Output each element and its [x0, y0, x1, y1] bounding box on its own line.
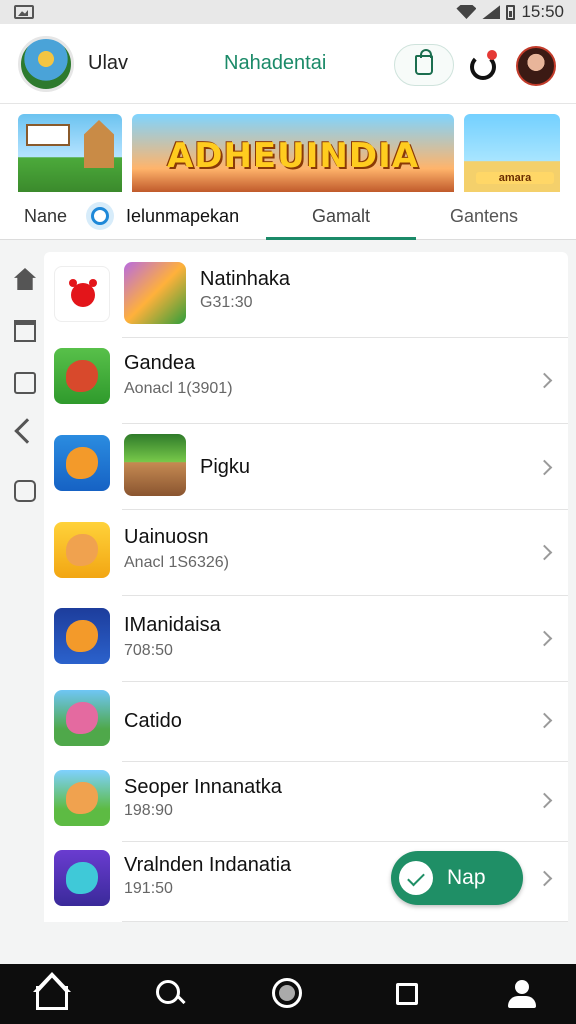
status-bar: 15:50 — [0, 0, 576, 24]
game-thumbnail — [124, 434, 186, 496]
list-item-title: Uainuosn — [124, 526, 209, 548]
gallery-icon — [14, 5, 34, 19]
list-item[interactable]: Pigku — [44, 424, 568, 510]
play-button[interactable]: Nap — [391, 851, 523, 905]
list-item-subtitle: G31:30 — [200, 294, 253, 311]
app-icon — [54, 690, 110, 746]
app-icon — [54, 770, 110, 826]
chevron-right-icon — [536, 544, 553, 561]
app-icon — [54, 850, 110, 906]
list-item-title: IManidaisa — [124, 614, 221, 636]
list-item-title: Natinhaka — [200, 268, 291, 290]
tab-game[interactable]: Gamalt — [312, 206, 370, 227]
divider — [122, 921, 568, 922]
list-item[interactable]: Gandea Aonacl 1(3901) — [44, 338, 568, 424]
list-item[interactable]: Uainuosn Anacl 1S6326) — [44, 510, 568, 596]
app-icon-art — [66, 360, 98, 392]
chevron-right-icon — [536, 630, 553, 647]
app-icon-art — [66, 534, 98, 566]
app-icon — [54, 608, 110, 664]
radio-icon[interactable] — [86, 202, 114, 230]
chevron-right-icon — [536, 792, 553, 809]
list-item[interactable]: Natinhaka G31:30 — [44, 252, 568, 338]
banner-right[interactable]: amara — [464, 114, 560, 192]
app-icon — [54, 435, 110, 491]
back-icon[interactable] — [14, 418, 40, 444]
side-rail — [0, 252, 48, 962]
list-item[interactable]: Catido — [44, 682, 568, 762]
list-item[interactable]: Seoper Innanatka 198:90 — [44, 762, 568, 842]
app-icon-art — [66, 620, 98, 652]
list-item[interactable]: IManidaisa 708:50 — [44, 596, 568, 682]
page-title: Nahadentai — [224, 52, 327, 74]
nav-square-icon[interactable] — [396, 983, 418, 1005]
tab-search[interactable]: Ielunmapekan — [126, 206, 239, 227]
banner-carousel: ADHEUINDIA amara — [0, 104, 576, 192]
folder-icon[interactable] — [14, 372, 36, 394]
home-icon[interactable] — [14, 268, 36, 290]
chevron-right-icon — [536, 712, 553, 729]
app-avatar[interactable] — [18, 35, 74, 92]
list-item-subtitle: Aonacl 1(3901) — [124, 380, 233, 397]
banner-caption: amara — [476, 172, 554, 184]
list-item-subtitle: Anacl 1S6326) — [124, 554, 229, 571]
list-item-title: Seoper Innanatka — [124, 776, 282, 798]
chevron-right-icon — [536, 372, 553, 389]
bag-icon — [415, 49, 433, 75]
trash-icon[interactable] — [14, 320, 36, 342]
app-icon-art — [66, 702, 98, 734]
app-icon-art — [66, 862, 98, 894]
chevron-right-icon — [536, 870, 553, 887]
status-indicators: 15:50 — [456, 2, 564, 22]
list-item-title: Pigku — [200, 456, 251, 478]
list-item-title: Catido — [124, 710, 182, 732]
app-icon — [54, 266, 110, 322]
list-item-title: Vralnden Indanatia — [124, 854, 292, 876]
wifi-icon — [456, 5, 477, 19]
status-time: 15:50 — [521, 2, 564, 21]
user-name: Ulav — [88, 52, 129, 74]
play-button-label: Nap — [447, 866, 486, 889]
list-item-subtitle: 191:50 — [124, 880, 173, 897]
list-item-subtitle: 198:90 — [124, 802, 173, 819]
signal-icon — [482, 5, 501, 19]
check-icon[interactable] — [14, 480, 36, 502]
tab-bar: Nane Ielunmapekan Gamalt Gantens — [0, 192, 576, 240]
game-list: Natinhaka G31:30 Gandea Aonacl 1(3901) P… — [44, 252, 568, 922]
app-header: Ulav Nahadentai — [0, 24, 576, 104]
banner-sign — [26, 124, 70, 146]
banner-left[interactable] — [18, 114, 122, 192]
nav-profile-icon[interactable] — [506, 978, 538, 1010]
store-button[interactable] — [394, 44, 454, 86]
app-icon — [54, 348, 110, 404]
nav-search-icon[interactable] — [154, 978, 186, 1010]
app-icon-art — [66, 782, 98, 814]
list-item-subtitle: 708:50 — [124, 642, 173, 659]
battery-icon — [506, 4, 516, 20]
tab-name[interactable]: Nane — [24, 206, 67, 227]
nav-circle-icon[interactable] — [272, 978, 302, 1008]
notification-dot — [487, 50, 497, 60]
list-item-title: Gandea — [124, 352, 196, 374]
game-thumbnail — [124, 262, 186, 324]
banner-main[interactable]: ADHEUINDIA — [132, 114, 454, 192]
app-icon-art — [66, 447, 98, 479]
profile-avatar[interactable] — [516, 46, 556, 86]
banner-tower — [84, 120, 114, 168]
app-icon — [54, 522, 110, 578]
banner-title: ADHEUINDIA — [166, 136, 420, 176]
nav-home-icon[interactable] — [36, 986, 68, 1010]
tab-gantens[interactable]: Gantens — [450, 206, 518, 227]
active-tab-indicator — [266, 237, 416, 240]
bottom-nav — [0, 964, 576, 1024]
check-circle-icon — [399, 861, 433, 895]
chevron-right-icon — [536, 459, 553, 476]
